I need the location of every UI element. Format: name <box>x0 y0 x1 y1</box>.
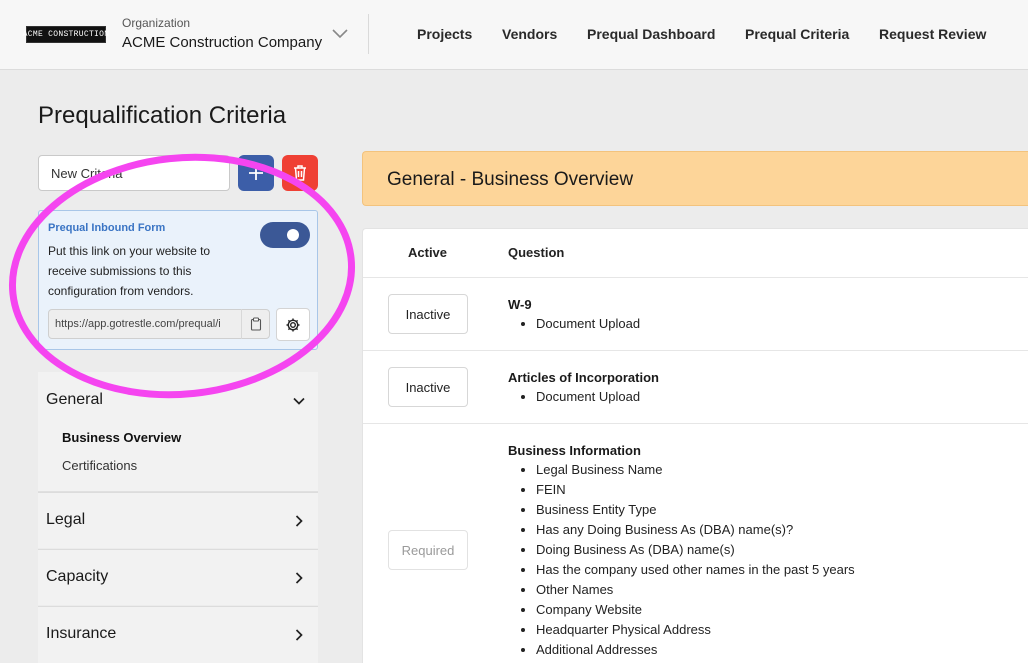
chevron-right-icon <box>295 629 303 641</box>
chevron-right-icon <box>295 515 303 527</box>
toggle-knob <box>287 229 299 241</box>
company-logo[interactable]: ACME CONSTRUCTION <box>23 26 109 43</box>
chevron-down-icon[interactable] <box>292 394 306 408</box>
gear-icon <box>286 318 300 331</box>
inbound-link-field[interactable]: https://app.gotrestle.com/prequal/i <box>48 309 270 339</box>
criteria-table: Active Question Inactive W-9 Document Up… <box>362 228 1028 663</box>
top-header: ACME CONSTRUCTION Organization ACME Cons… <box>0 0 1028 70</box>
list-item: Other Names <box>536 580 855 600</box>
sidebar-item-certifications[interactable]: Certifications <box>62 458 137 473</box>
list-item: Headquarter Physical Address <box>536 620 855 640</box>
list-item: Legal Business Name <box>536 460 855 480</box>
organization-label: Organization <box>122 16 191 30</box>
organization-name[interactable]: ACME Construction Company <box>122 34 322 51</box>
list-item: Has the company used other names in the … <box>536 560 855 580</box>
delete-criteria-button[interactable] <box>282 155 318 191</box>
row-divider <box>363 350 1028 351</box>
list-item: Document Upload <box>536 387 640 407</box>
chevron-right-icon <box>295 572 303 584</box>
list-item: Has any Doing Business As (DBA) name(s)? <box>536 520 855 540</box>
question-items: Document Upload <box>536 314 640 334</box>
list-item: Additional Addresses <box>536 640 855 660</box>
chevron-down-icon[interactable] <box>330 26 350 42</box>
group-banner: General - Business Overview <box>362 151 1028 206</box>
clipboard-icon <box>250 317 261 331</box>
sidebar-section-insurance[interactable]: Insurance <box>38 606 318 663</box>
plus-icon <box>249 166 263 180</box>
nav-prequal-criteria[interactable]: Prequal Criteria <box>745 26 849 42</box>
status-button[interactable]: Inactive <box>388 294 468 334</box>
question-title: W-9 <box>508 297 532 312</box>
section-title-general[interactable]: General <box>46 391 103 409</box>
nav-vendors[interactable]: Vendors <box>502 26 557 42</box>
question-items: Legal Business Name FEIN Business Entity… <box>536 460 855 660</box>
criteria-select-input[interactable] <box>38 155 230 191</box>
list-item: FEIN <box>536 480 855 500</box>
list-item: Doing Business As (DBA) name(s) <box>536 540 855 560</box>
sidebar-item-business-overview[interactable]: Business Overview <box>62 430 181 445</box>
inbound-link-text: https://app.gotrestle.com/prequal/i <box>55 318 221 330</box>
sidebar-section-capacity[interactable]: Capacity <box>38 549 318 605</box>
sidebar-section-general: General Business Overview Certifications <box>38 372 318 492</box>
inbound-settings-button[interactable] <box>276 308 310 341</box>
inbound-form-description: Put this link on your website to receive… <box>48 244 211 298</box>
inbound-form-title: Prequal Inbound Form <box>48 222 166 234</box>
list-item: Company Website <box>536 600 855 620</box>
list-item: Business Entity Type <box>536 500 855 520</box>
header-divider <box>368 14 369 54</box>
trash-icon <box>294 165 306 181</box>
section-title-capacity: Capacity <box>46 568 109 585</box>
copy-link-button[interactable] <box>241 309 269 339</box>
list-item: Document Upload <box>536 314 640 334</box>
row-divider <box>363 277 1028 278</box>
row-divider <box>363 423 1028 424</box>
add-criteria-button[interactable] <box>238 155 274 191</box>
page-title: Prequalification Criteria <box>38 102 287 129</box>
nav-prequal-dashboard[interactable]: Prequal Dashboard <box>587 26 715 42</box>
column-header-question: Question <box>508 245 565 260</box>
section-title-legal: Legal <box>46 511 86 528</box>
nav-projects[interactable]: Projects <box>417 26 472 42</box>
nav-request-review[interactable]: Request Review <box>879 26 986 42</box>
prequal-inbound-form-card: Prequal Inbound Form Put this link on yo… <box>38 210 318 350</box>
column-header-active: Active <box>408 245 448 260</box>
status-button[interactable]: Inactive <box>388 367 468 407</box>
question-title: Business Information <box>508 443 641 458</box>
question-items: Document Upload <box>536 387 640 407</box>
status-button[interactable]: Required <box>388 530 468 570</box>
question-title: Articles of Incorporation <box>508 370 659 385</box>
sidebar-section-legal[interactable]: Legal <box>38 492 318 548</box>
group-title: General - Business Overview <box>387 169 634 190</box>
section-title-insurance: Insurance <box>46 625 117 642</box>
inbound-form-toggle[interactable] <box>260 222 310 248</box>
